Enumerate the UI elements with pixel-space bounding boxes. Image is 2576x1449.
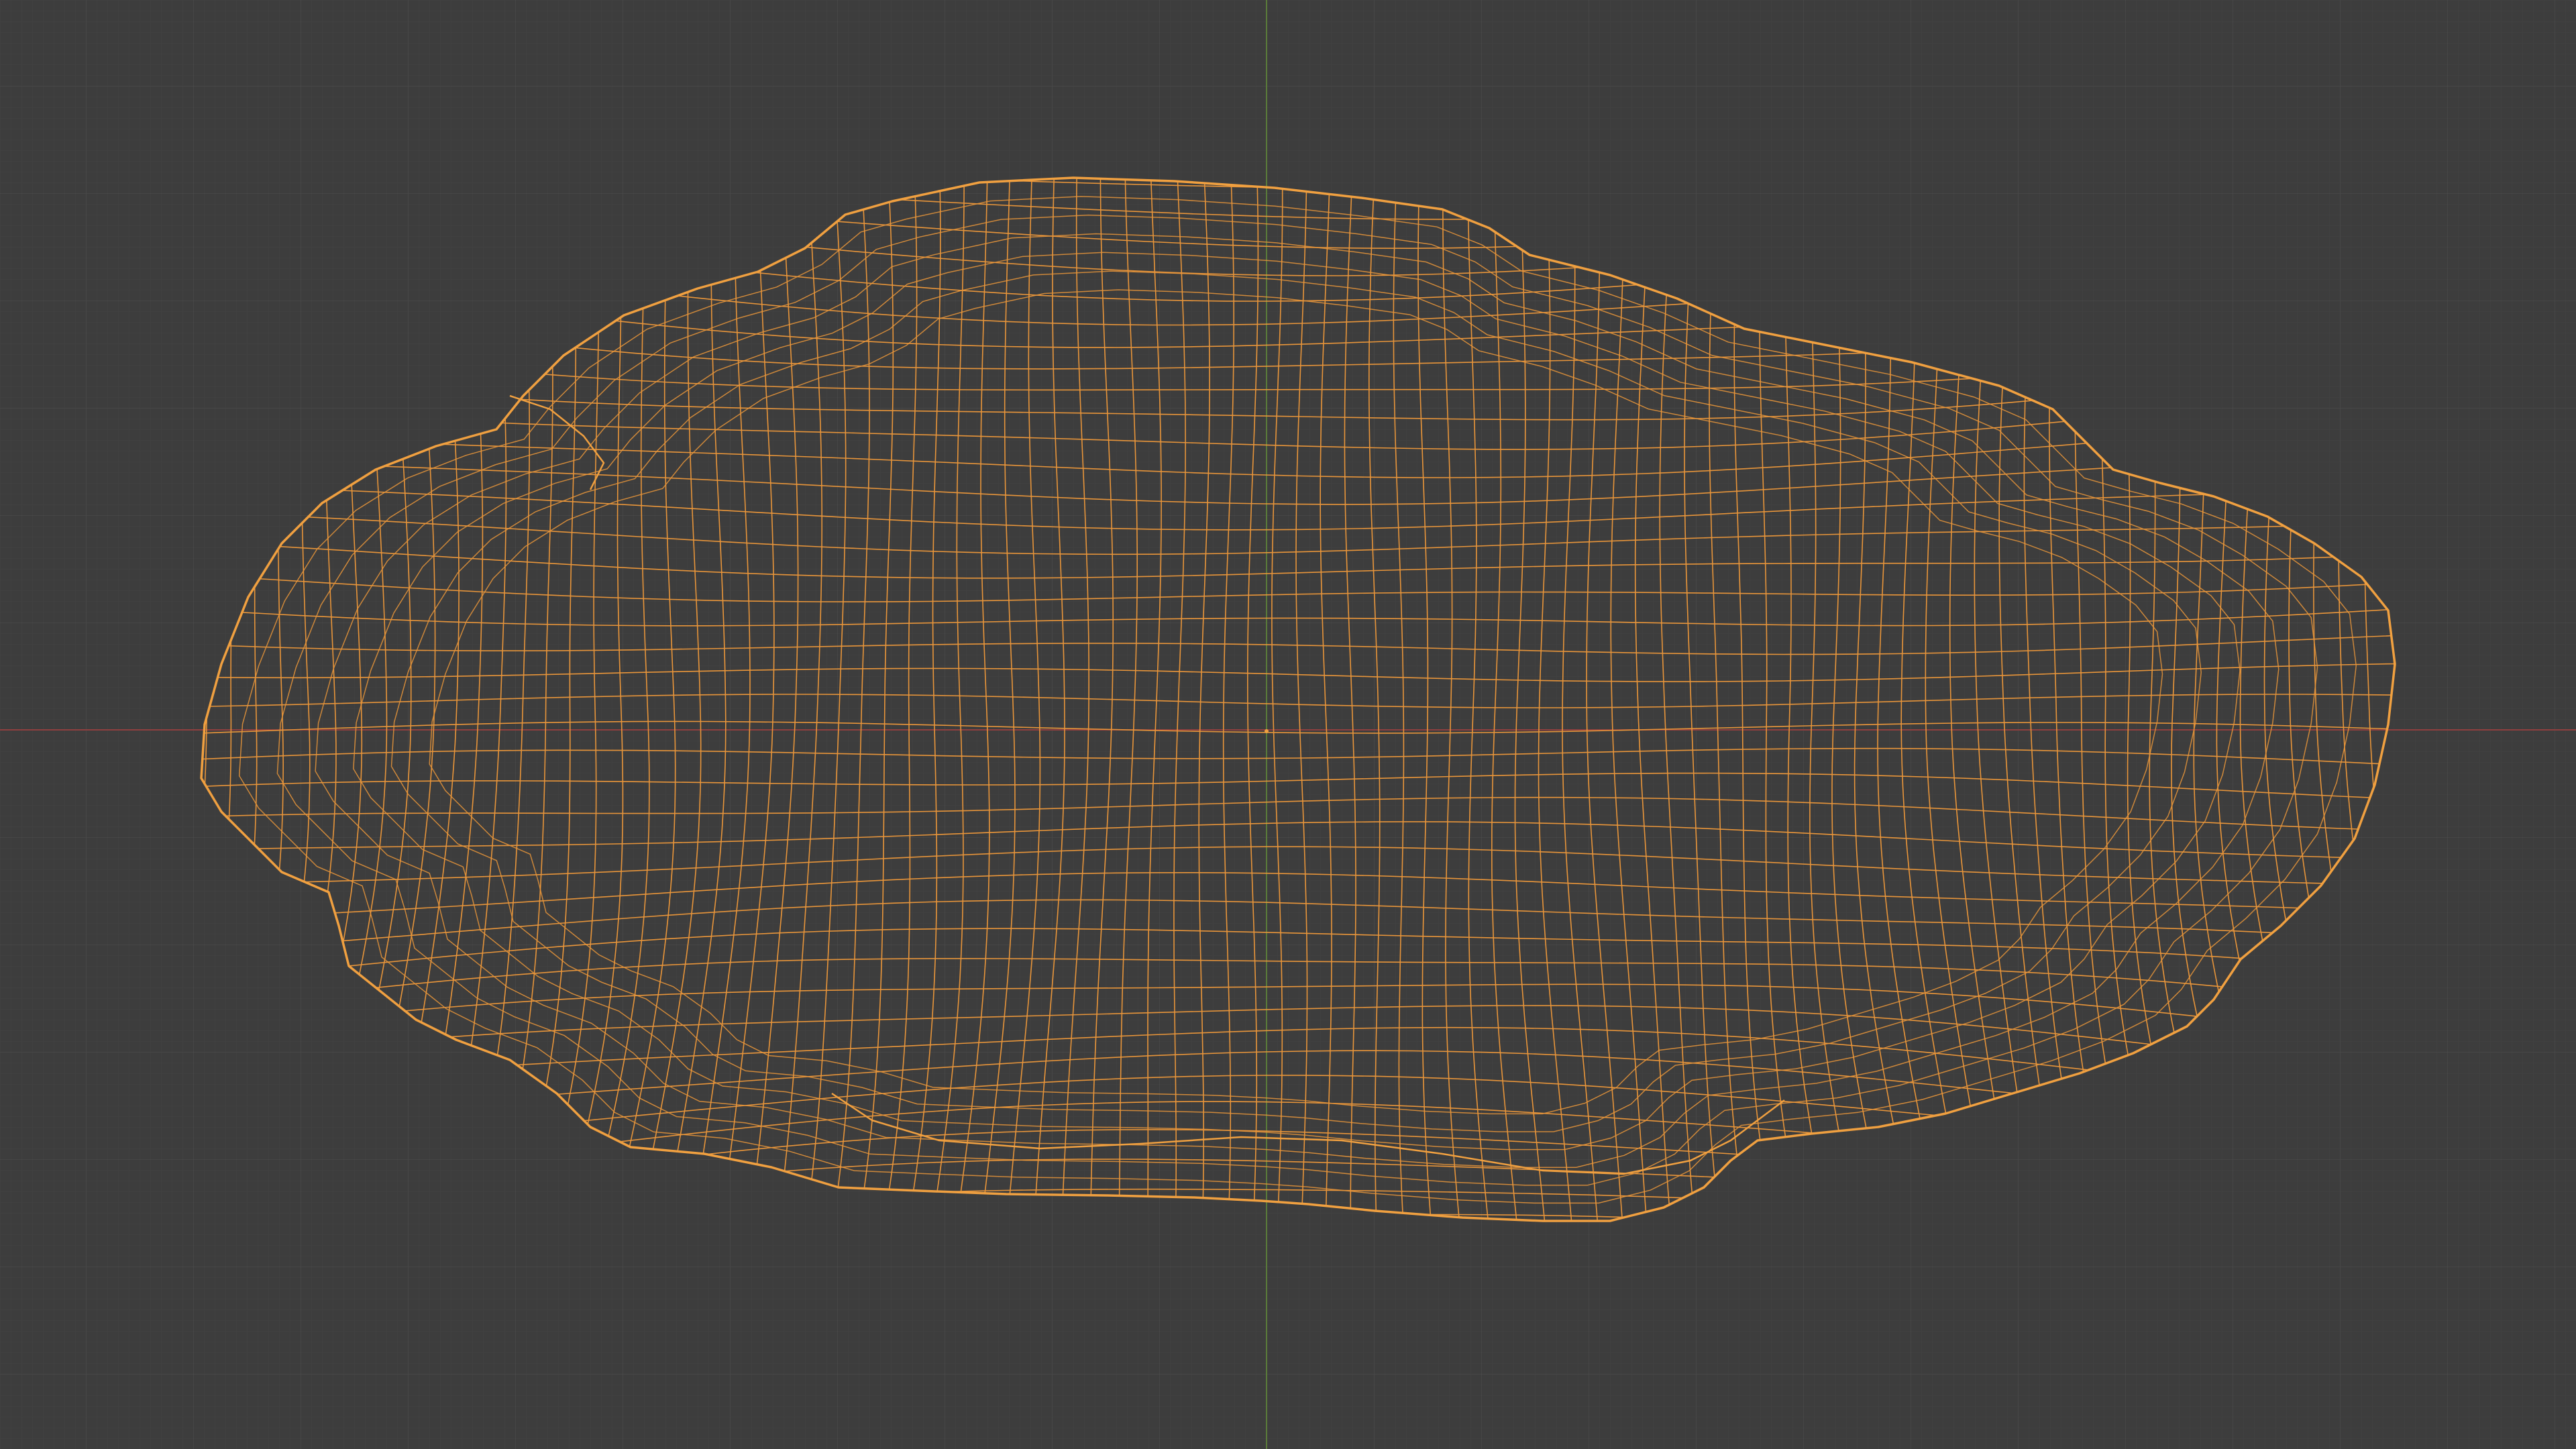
viewport-canvas[interactable]	[0, 0, 2576, 1449]
object-origin	[1265, 729, 1269, 733]
3d-viewport[interactable]	[0, 0, 2576, 1449]
